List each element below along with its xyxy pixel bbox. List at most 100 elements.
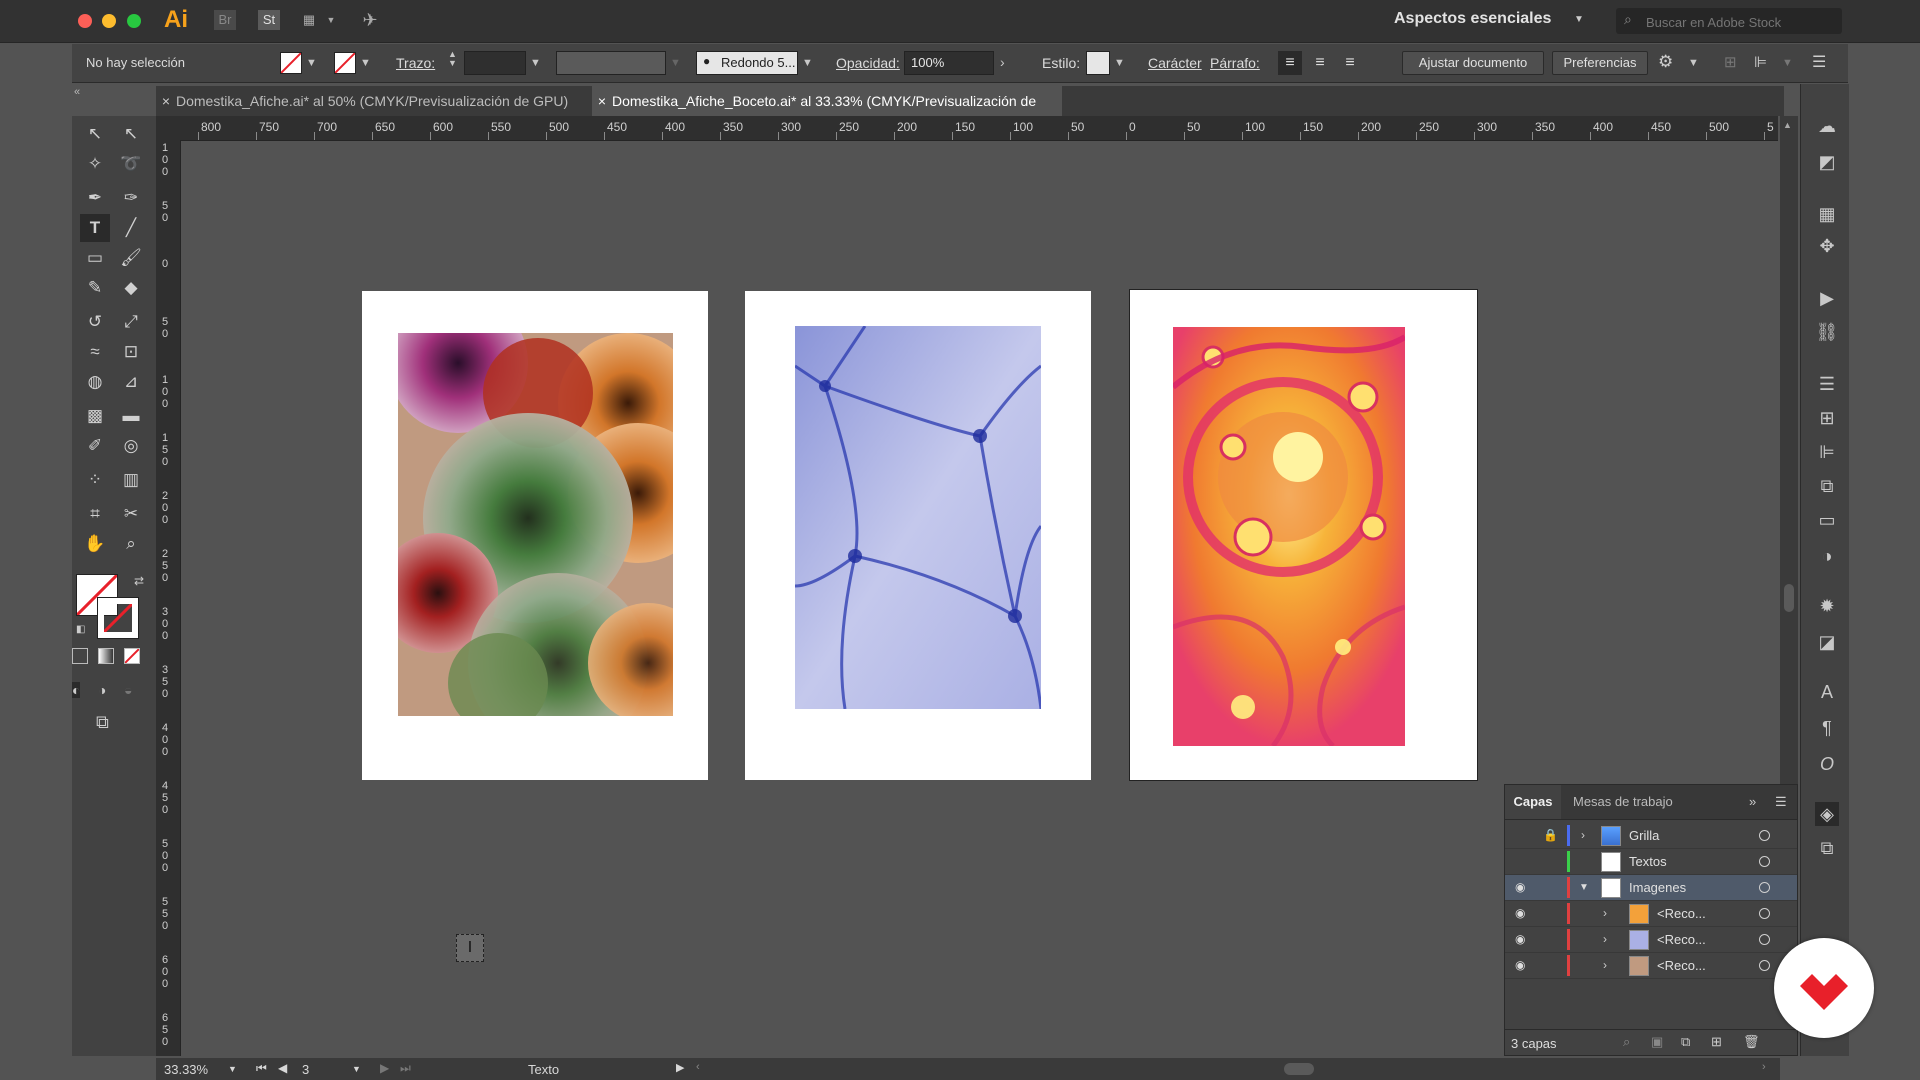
fill-chevron-icon[interactable]: ▼ <box>306 57 317 69</box>
minimize-window-button[interactable] <box>102 14 116 28</box>
properties-icon[interactable]: ◩ <box>1815 150 1839 174</box>
tab-domestika-afiche[interactable]: × Domestika_Afiche.ai* al 50% (CMYK/Previ… <box>156 86 592 116</box>
opacity-label[interactable]: Opacidad: <box>836 53 900 73</box>
opacity-field[interactable]: 100% <box>904 51 994 75</box>
layers-menu-icon[interactable]: ☰ <box>1775 794 1787 810</box>
lock-icon[interactable]: 🔒 <box>1543 823 1558 848</box>
arrange-documents-icon[interactable]: ▦ <box>298 10 320 30</box>
zoom-level[interactable]: 33.33% <box>164 1062 208 1077</box>
zoom-tool-icon[interactable]: ⌕ <box>116 530 146 558</box>
target-icon[interactable] <box>1759 960 1770 971</box>
artboard-1[interactable] <box>362 291 708 780</box>
scroll-left-icon[interactable]: ‹ <box>696 1061 700 1073</box>
direct-selection-tool-icon[interactable]: ↖ <box>116 120 146 148</box>
stroke-chevron-icon[interactable]: ▼ <box>360 57 371 69</box>
clipping-mask-icon[interactable]: ▣ <box>1651 1034 1663 1050</box>
shaper-tool-icon[interactable]: ✎ <box>80 274 110 302</box>
stroke-indicator[interactable] <box>97 597 139 639</box>
artboard-2[interactable] <box>745 291 1091 780</box>
layer-name[interactable]: Grilla <box>1629 823 1659 848</box>
appearance-icon[interactable]: ✹ <box>1815 594 1839 618</box>
close-tab-icon[interactable]: × <box>592 86 612 116</box>
layer-row-reco-2[interactable]: ◉ › <Reco... <box>1505 927 1797 953</box>
status-arrow-icon[interactable]: ▶ <box>676 1061 684 1074</box>
arrange-chevron-icon[interactable]: ▼ <box>1688 57 1699 69</box>
gradient-panel-icon[interactable]: ▭ <box>1815 508 1839 532</box>
stroke-stepper-icon[interactable]: ▲ ▼ <box>448 50 457 68</box>
next-artboard-icon[interactable]: ▶ <box>380 1061 389 1075</box>
brush-definition[interactable]: ● Redondo 5... <box>696 51 798 75</box>
shape-builder-tool-icon[interactable]: ◍ <box>80 368 110 396</box>
visibility-eye-icon[interactable]: ◉ <box>1515 875 1525 900</box>
graphic-styles-icon[interactable]: ◪ <box>1815 630 1839 654</box>
paintbrush-tool-icon[interactable]: 🖌 <box>116 244 146 272</box>
artboard-chevron-icon[interactable]: ▼ <box>352 1064 361 1074</box>
align-panel-icon[interactable]: ⊫ <box>1815 440 1839 464</box>
workspace-chevron-icon[interactable]: ▼ <box>1574 14 1584 25</box>
paragraph-panel-link[interactable]: Párrafo: <box>1210 53 1260 73</box>
layer-row-textos[interactable]: Textos <box>1505 849 1797 875</box>
align-left-icon[interactable]: ≡ <box>1278 51 1302 75</box>
stroke-swatch[interactable] <box>334 52 356 74</box>
align-objects-chevron-icon[interactable]: ▼ <box>1782 57 1793 69</box>
prev-artboard-icon[interactable]: ◀ <box>278 1061 287 1075</box>
pen-tool-icon[interactable]: ✒ <box>80 184 110 212</box>
target-icon[interactable] <box>1759 856 1770 867</box>
target-icon[interactable] <box>1759 934 1770 945</box>
chevron-right-icon[interactable]: › <box>1581 823 1585 848</box>
hand-tool-icon[interactable]: ✋ <box>80 530 110 558</box>
layer-name[interactable]: <Reco... <box>1657 901 1706 926</box>
fit-document-button[interactable]: Ajustar documento <box>1402 51 1544 75</box>
chevron-right-icon[interactable]: › <box>1603 901 1607 926</box>
layer-name[interactable]: Textos <box>1629 849 1667 874</box>
layer-row-reco-3[interactable]: ◉ › <Reco... <box>1505 953 1797 979</box>
chevron-right-icon[interactable]: › <box>1603 953 1607 978</box>
vertical-ruler[interactable]: 1005005010015020025030035040045050055060… <box>156 140 181 1056</box>
layer-row-imagenes[interactable]: ◉ ▼ Imagenes <box>1505 875 1797 901</box>
variable-width-profile[interactable] <box>556 51 666 75</box>
last-artboard-icon[interactable]: ⏭ <box>400 1061 411 1076</box>
stroke-weight-chevron-icon[interactable]: ▼ <box>530 57 541 69</box>
layer-name[interactable]: <Reco... <box>1657 927 1706 952</box>
align-right-icon[interactable]: ≡ <box>1338 51 1362 75</box>
draw-normal-icon[interactable]: ◐ <box>72 682 81 698</box>
layers-panel-icon[interactable]: ◈ <box>1815 802 1839 826</box>
layer-name[interactable]: <Reco... <box>1657 953 1706 978</box>
magic-wand-tool-icon[interactable]: ✧ <box>80 150 110 178</box>
character-panel-icon[interactable]: A <box>1815 680 1839 704</box>
paragraph-panel-icon[interactable]: ¶ <box>1815 716 1839 740</box>
color-icon[interactable] <box>72 648 88 664</box>
perspective-grid-tool-icon[interactable]: ⊿ <box>116 368 146 396</box>
actions-icon[interactable]: ▶ <box>1815 286 1839 310</box>
lasso-tool-icon[interactable]: ➰ <box>116 150 146 178</box>
locate-object-icon[interactable]: ⌕ <box>1623 1034 1630 1050</box>
scale-tool-icon[interactable]: ⤢ <box>116 308 146 336</box>
gradient-icon[interactable] <box>98 648 114 664</box>
artboards-panel-icon[interactable]: ⧉ <box>1815 836 1839 860</box>
none-icon[interactable] <box>124 648 140 664</box>
arrange-icon[interactable]: ⚙ <box>1658 52 1673 72</box>
default-colors-icon[interactable]: ◧ <box>76 624 85 635</box>
eyedropper-tool-icon[interactable]: ✐ <box>80 432 110 460</box>
layer-row-grilla[interactable]: 🔒 › Grilla <box>1505 823 1797 849</box>
brush-chevron-icon[interactable]: ▼ <box>802 57 813 69</box>
opacity-arrow-icon[interactable]: › <box>1000 54 1005 70</box>
zoom-window-button[interactable] <box>127 14 141 28</box>
artboard-image-marble[interactable] <box>1173 327 1405 746</box>
links-icon[interactable]: ⛓ <box>1815 320 1839 344</box>
scroll-up-icon[interactable]: ▲ <box>1783 120 1792 130</box>
close-tab-icon[interactable]: × <box>156 86 176 116</box>
slice-tool-icon[interactable]: ✂ <box>116 500 146 528</box>
style-chevron-icon[interactable]: ▼ <box>1114 57 1125 69</box>
pathfinder-icon[interactable]: ⧉ <box>1815 474 1839 498</box>
tab-artboards[interactable]: Mesas de trabajo <box>1573 785 1673 819</box>
stroke-panel-icon[interactable]: ☰ <box>1815 372 1839 396</box>
artboard-number[interactable]: 3 <box>302 1062 309 1077</box>
blend-tool-icon[interactable]: ◎ <box>116 432 146 460</box>
graph-tool-icon[interactable]: ▥ <box>116 466 146 494</box>
ruler-origin[interactable] <box>156 116 176 140</box>
workspace-switcher[interactable]: Aspectos esenciales <box>1394 10 1551 28</box>
free-transform-tool-icon[interactable]: ⊡ <box>116 338 146 366</box>
eraser-tool-icon[interactable]: ◆ <box>116 274 146 302</box>
fill-swatch[interactable] <box>280 52 302 74</box>
